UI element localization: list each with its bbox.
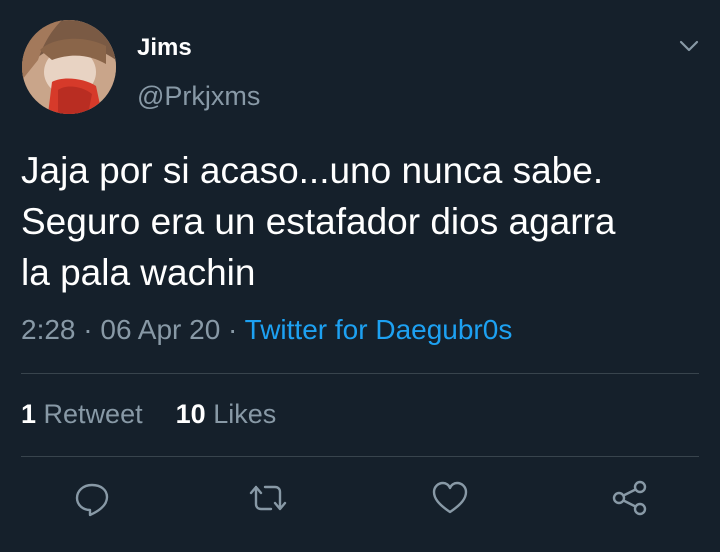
user-handle[interactable]: @Prkjxms (137, 81, 260, 112)
meta-separator: · (228, 314, 238, 345)
like-icon[interactable] (430, 478, 470, 518)
tweet-text: Jaja por si acaso...uno nunca sabe. Segu… (21, 150, 616, 293)
divider (21, 373, 699, 374)
avatar[interactable] (22, 20, 116, 114)
retweet-icon[interactable] (248, 478, 288, 518)
retweets-label: Retweet (43, 399, 143, 429)
retweets-count: 1 (21, 399, 37, 429)
share-icon[interactable] (610, 478, 650, 518)
tweet-meta: 2:28 · 06 Apr 20 · Twitter for Daegubr0s (21, 314, 512, 346)
tweet-source-link[interactable]: Twitter for Daegubr0s (245, 314, 513, 345)
avatar-image (22, 20, 116, 114)
reply-icon[interactable] (72, 478, 112, 518)
tweet-time[interactable]: 2:28 (21, 314, 76, 345)
retweets-stat[interactable]: 1 Retweet (21, 399, 150, 429)
likes-stat[interactable]: 10 Likes (176, 399, 277, 429)
tweet-date[interactable]: 06 Apr 20 (100, 314, 220, 345)
likes-label: Likes (213, 399, 277, 429)
chevron-down-icon[interactable] (676, 33, 702, 59)
divider (21, 456, 699, 457)
likes-count: 10 (175, 399, 206, 429)
meta-separator: · (83, 314, 93, 345)
tweet-stats: 1 Retweet 10 Likes (21, 399, 276, 430)
display-name[interactable]: Jims (137, 34, 192, 62)
